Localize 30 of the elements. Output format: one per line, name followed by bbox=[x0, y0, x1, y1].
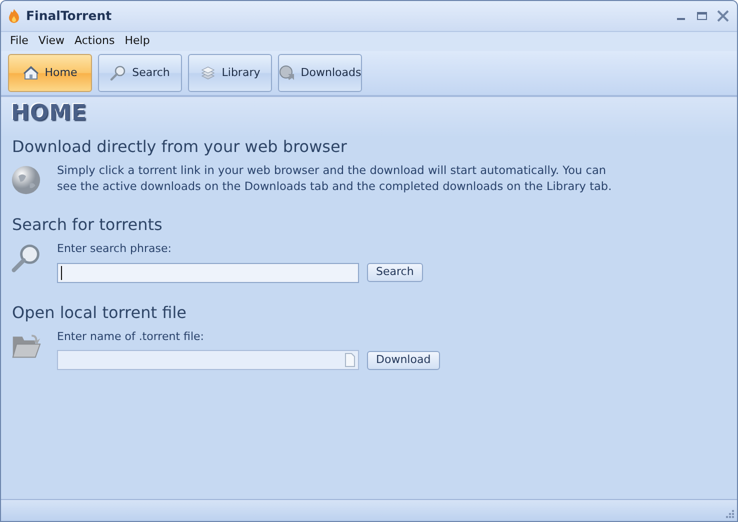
menu-item[interactable]: Help bbox=[120, 33, 155, 50]
stack-icon bbox=[200, 65, 216, 81]
document-icon[interactable] bbox=[345, 353, 355, 367]
toolbar-tab[interactable]: Home bbox=[8, 54, 92, 92]
input-field[interactable] bbox=[57, 350, 359, 370]
section-title: Open local torrent file bbox=[12, 302, 188, 322]
toolbar-tab[interactable]: Library bbox=[188, 54, 272, 92]
toolbar-tab[interactable]: Search bbox=[98, 54, 182, 92]
action-button[interactable]: Search bbox=[367, 263, 423, 282]
close-button[interactable] bbox=[715, 8, 731, 24]
house-icon bbox=[22, 65, 39, 81]
toolbar-tab[interactable]: Downloads bbox=[278, 54, 362, 92]
text-caret bbox=[61, 266, 63, 280]
menu-item[interactable]: File bbox=[5, 33, 34, 50]
menu-item[interactable]: View bbox=[33, 33, 70, 50]
menu-item[interactable]: Actions bbox=[70, 33, 120, 50]
description-text: Simply click a torrent link in your web browser and the download will start automatically. You can see the active downloads on the Downloads tab and the completed downloads on the Library tab. bbox=[57, 163, 613, 195]
field-label: Enter search phrase: bbox=[57, 241, 172, 257]
section-title: Search for torrents bbox=[12, 215, 164, 235]
page-heading: HOME bbox=[11, 101, 88, 127]
search-icon bbox=[11, 243, 41, 273]
flame-icon bbox=[7, 8, 21, 24]
resize-grip-icon[interactable] bbox=[725, 509, 735, 519]
input-field[interactable] bbox=[57, 262, 359, 282]
search-icon bbox=[110, 65, 126, 81]
section-title: Download directly from your web browser bbox=[12, 137, 348, 157]
action-button[interactable]: Download bbox=[367, 350, 440, 370]
window-title: FinalTorrent bbox=[26, 6, 112, 25]
field-label: Enter name of .torrent file: bbox=[57, 328, 205, 344]
globe-icon bbox=[11, 165, 41, 195]
